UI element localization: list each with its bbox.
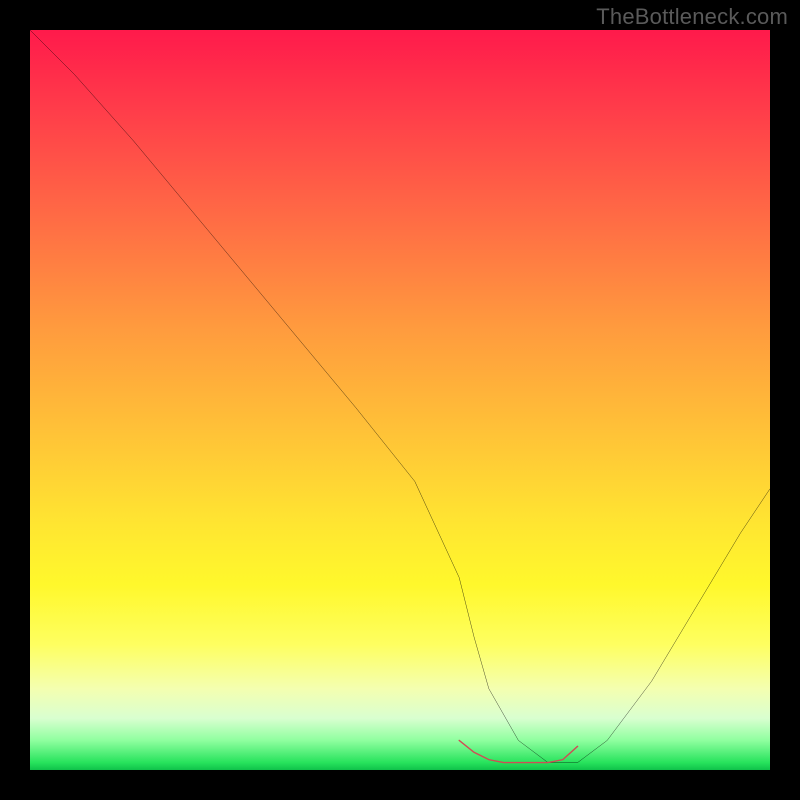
optimal-band bbox=[459, 740, 577, 762]
bottleneck-curve bbox=[30, 30, 770, 763]
chart-area bbox=[30, 30, 770, 770]
chart-frame: TheBottleneck.com bbox=[0, 0, 800, 800]
chart-svg bbox=[30, 30, 770, 770]
watermark-text: TheBottleneck.com bbox=[596, 4, 788, 30]
